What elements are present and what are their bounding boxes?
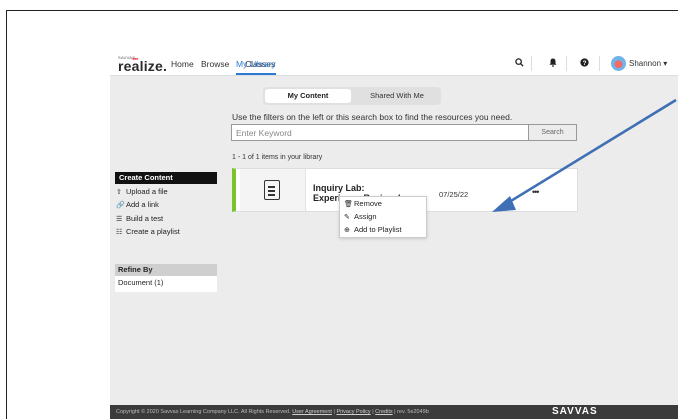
refine-panel: Refine By Document (1) xyxy=(115,264,217,292)
document-thumbnail xyxy=(240,169,306,211)
search-input[interactable]: Enter Keyword xyxy=(236,128,292,138)
upload-file-label: Upload a file xyxy=(126,186,168,196)
create-content-title: Create Content xyxy=(115,172,217,184)
menu-remove[interactable]: 🗑Remove xyxy=(340,198,426,210)
divider xyxy=(599,56,600,71)
divider xyxy=(531,56,532,71)
tab-shared-with-me[interactable]: Shared With Me xyxy=(355,89,439,103)
filter-hint: Use the filters on the left or this sear… xyxy=(232,112,513,122)
more-options-icon[interactable]: ••• xyxy=(532,187,540,197)
item-date: 07/25/22 xyxy=(439,190,469,199)
svg-text:?: ? xyxy=(583,60,587,67)
refine-title: Refine By xyxy=(115,264,217,276)
tab-my-content[interactable]: My Content xyxy=(265,89,351,103)
document-icon xyxy=(264,180,280,200)
filter-document[interactable]: Document (1) xyxy=(115,276,217,290)
playlist-icon: ☷ xyxy=(116,229,123,236)
link-icon: 🔗 xyxy=(116,202,125,209)
copyright-text: Copyright © 2020 Savvas Learning Company… xyxy=(116,409,291,415)
build-test-link[interactable]: ☰ Build a test xyxy=(115,213,217,225)
create-content-panel: Create Content ⇧ Upload a file 🔗Add a lin… xyxy=(115,172,217,250)
create-playlist-label: Create a playlist xyxy=(126,227,180,236)
menu-add-to-playlist[interactable]: ⊕ Add to Playlist xyxy=(340,224,426,236)
menu-assign-label: Assign xyxy=(354,212,377,221)
user-menu[interactable]: Shannon ▾ xyxy=(629,59,667,68)
menu-assign[interactable]: ✎ Assign xyxy=(340,211,426,223)
user-agreement-link[interactable]: User Agreement xyxy=(292,409,332,415)
upload-icon: ⇧ xyxy=(116,188,122,196)
active-tab-underline xyxy=(236,73,276,75)
search-icon[interactable] xyxy=(515,58,524,69)
divider xyxy=(566,56,567,71)
menu-add-to-playlist-label: Add to Playlist xyxy=(354,225,402,234)
menu-remove-label: Remove xyxy=(354,199,382,208)
privacy-policy-link[interactable]: Privacy Policy xyxy=(336,409,370,415)
items-count: 1 - 1 of 1 items in your library xyxy=(232,154,323,161)
context-menu: 🗑Remove ✎ Assign ⊕ Add to Playlist xyxy=(339,196,427,238)
content-toggle: My Content Shared With Me xyxy=(263,87,441,105)
add-link-link[interactable]: 🔗Add a link xyxy=(115,199,217,211)
test-icon: ☰ xyxy=(116,215,123,223)
add-link-label: Add a link xyxy=(126,200,159,209)
bell-icon[interactable] xyxy=(549,58,557,69)
realize-wordmark: realize. xyxy=(118,58,168,74)
savvas-footer-logo: SAVVAS xyxy=(552,406,598,417)
help-icon[interactable]: ? xyxy=(580,58,589,69)
search-box: Enter Keyword Search xyxy=(231,124,577,141)
credits-link[interactable]: Credits xyxy=(375,409,392,415)
search-button[interactable]: Search xyxy=(528,125,576,140)
assign-icon: ✎ xyxy=(344,214,350,221)
top-navigation-bar: SAVVAS ●●● realize. Home Browse Classes … xyxy=(110,52,678,76)
nav-browse[interactable]: Browse xyxy=(201,59,229,69)
plus-circle-icon: ⊕ xyxy=(344,227,350,234)
create-playlist-link[interactable]: ☷ Create a playlist xyxy=(115,226,217,238)
nav-home[interactable]: Home xyxy=(171,59,194,69)
upload-file-link[interactable]: ⇧ Upload a file xyxy=(115,186,217,198)
revision-text: rev. 5e2049b xyxy=(397,409,429,415)
trash-icon: 🗑 xyxy=(344,201,353,208)
footer: Copyright © 2020 Savvas Learning Company… xyxy=(110,405,678,419)
nav-my-library[interactable]: My Library xyxy=(236,59,276,69)
avatar[interactable] xyxy=(611,56,626,71)
build-test-label: Build a test xyxy=(126,213,164,223)
